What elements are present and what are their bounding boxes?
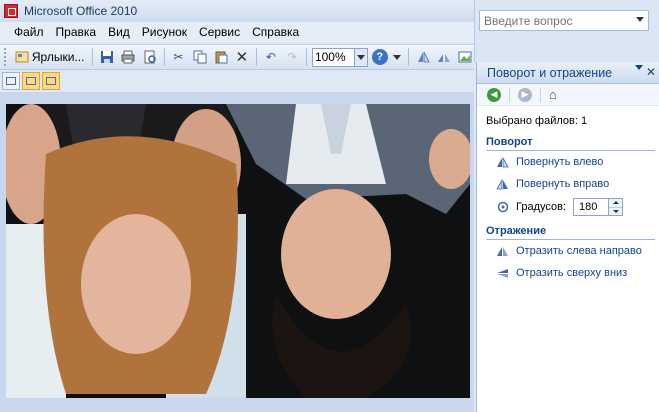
save-button[interactable] bbox=[98, 47, 116, 67]
thumbnail-view-button[interactable] bbox=[2, 72, 20, 90]
shortcuts-icon bbox=[15, 51, 29, 63]
degrees-spinner[interactable] bbox=[608, 199, 623, 215]
window-title: Microsoft Office 2010 bbox=[24, 4, 138, 18]
flip-horizontal-label: Отразить слева направо bbox=[516, 245, 642, 257]
flip-vertical-link[interactable]: Отразить сверху вниз bbox=[477, 262, 659, 284]
toolbar-separator bbox=[163, 48, 165, 66]
menu-picture[interactable]: Рисунок bbox=[136, 23, 193, 41]
single-view-button[interactable] bbox=[42, 72, 60, 90]
picture-canvas bbox=[0, 92, 474, 412]
paste-icon bbox=[215, 51, 228, 64]
rotate-toolbar-button[interactable] bbox=[414, 47, 432, 67]
close-icon[interactable]: ✕ bbox=[646, 65, 656, 79]
thumbnails-icon bbox=[6, 77, 16, 85]
flip-vertical-icon bbox=[496, 268, 509, 279]
standard-toolbar: Ярлыки... ✂ ✕ ↶ ↷ ? bbox=[0, 44, 474, 70]
toolbar-grip[interactable] bbox=[4, 48, 7, 66]
upside-down-portrait-image bbox=[6, 104, 470, 398]
zoom-input[interactable] bbox=[312, 50, 357, 64]
degrees-icon bbox=[496, 201, 509, 213]
filmstrip-view-button[interactable] bbox=[22, 72, 40, 90]
title-bar: Microsoft Office 2010 bbox=[0, 0, 474, 22]
rotate-right-link[interactable]: Повернуть вправо bbox=[477, 173, 659, 195]
task-pane-header: Поворот и отражение ✕ bbox=[477, 62, 659, 84]
degrees-label: Градусов: bbox=[516, 201, 567, 213]
task-pane: Поворот и отражение ✕ ◀ ▶ ⌂ Выбрано файл… bbox=[476, 62, 659, 412]
single-picture-icon bbox=[46, 77, 56, 85]
forward-icon[interactable]: ▶ bbox=[518, 87, 532, 102]
flip-heading: Отражение bbox=[486, 225, 655, 240]
flip-horizontal-link[interactable]: Отразить слева направо bbox=[477, 240, 659, 262]
view-mode-bar bbox=[0, 70, 474, 92]
nav-separator bbox=[509, 87, 510, 102]
delete-button[interactable]: ✕ bbox=[233, 47, 251, 67]
cut-button[interactable]: ✂ bbox=[170, 47, 188, 67]
shortcuts-label: Ярлыки... bbox=[31, 50, 85, 64]
print-icon bbox=[121, 50, 135, 64]
rotate-right-label: Повернуть вправо bbox=[516, 178, 610, 190]
menu-edit[interactable]: Правка bbox=[50, 23, 103, 41]
flip-toolbar-button[interactable] bbox=[435, 47, 453, 67]
degrees-row: Градусов: bbox=[477, 195, 659, 219]
undo-icon: ↶ bbox=[265, 50, 276, 64]
files-selected: Выбрано файлов: 1 bbox=[486, 115, 588, 127]
menu-help[interactable]: Справка bbox=[246, 23, 305, 41]
chevron-down-icon bbox=[393, 54, 402, 60]
help-button[interactable]: ? bbox=[371, 47, 389, 67]
paste-button[interactable] bbox=[212, 47, 230, 67]
edit-pictures-button[interactable] bbox=[456, 47, 474, 67]
flip-icon bbox=[437, 54, 450, 62]
cut-icon: ✂ bbox=[173, 50, 184, 64]
flip-horizontal-icon bbox=[496, 246, 509, 257]
ask-question-box[interactable] bbox=[479, 10, 649, 31]
toolbar-separator bbox=[407, 48, 409, 66]
task-pane-title: Поворот и отражение bbox=[487, 65, 613, 80]
filmstrip-icon bbox=[26, 77, 36, 85]
chevron-down-icon[interactable] bbox=[353, 48, 367, 66]
toolbar-separator bbox=[255, 48, 257, 66]
copy-button[interactable] bbox=[191, 47, 209, 67]
print-preview-icon bbox=[144, 50, 156, 64]
rotate-right-icon bbox=[496, 178, 509, 190]
chevron-down-icon[interactable] bbox=[636, 17, 644, 22]
save-icon bbox=[101, 51, 114, 63]
print-preview-button[interactable] bbox=[141, 47, 159, 67]
menu-bar: Файл Правка Вид Рисунок Сервис Справка bbox=[0, 22, 474, 42]
degrees-input[interactable] bbox=[574, 201, 607, 213]
print-button[interactable] bbox=[119, 47, 137, 67]
menu-tools[interactable]: Сервис bbox=[193, 23, 246, 41]
rotate-icon bbox=[417, 51, 430, 63]
toolbar-options-button[interactable] bbox=[392, 47, 403, 67]
undo-button[interactable]: ↶ bbox=[262, 47, 280, 67]
zoom-select[interactable] bbox=[311, 47, 368, 67]
toolbar-separator bbox=[306, 48, 307, 66]
shortcuts-button[interactable]: Ярлыки... bbox=[12, 47, 88, 67]
spin-up-icon[interactable] bbox=[609, 199, 623, 207]
office-app-icon bbox=[4, 4, 18, 18]
rotation-heading: Поворот bbox=[486, 136, 655, 151]
rotate-left-icon bbox=[496, 156, 509, 168]
rotate-left-link[interactable]: Повернуть влево bbox=[477, 151, 659, 173]
nav-separator bbox=[540, 87, 541, 102]
delete-icon: ✕ bbox=[235, 49, 249, 66]
flip-vertical-label: Отразить сверху вниз bbox=[516, 267, 628, 279]
chevron-down-icon[interactable] bbox=[635, 65, 643, 84]
help-icon: ? bbox=[371, 49, 388, 65]
redo-icon: ↷ bbox=[286, 50, 298, 64]
back-icon[interactable]: ◀ bbox=[487, 87, 501, 102]
spin-down-icon[interactable] bbox=[609, 206, 623, 215]
home-icon[interactable]: ⌂ bbox=[549, 87, 557, 102]
ask-area bbox=[474, 0, 659, 62]
menu-file[interactable]: Файл bbox=[8, 23, 50, 41]
degrees-field[interactable] bbox=[573, 198, 624, 216]
redo-button[interactable]: ↷ bbox=[283, 47, 301, 67]
rotate-left-label: Повернуть влево bbox=[516, 156, 604, 168]
menu-view[interactable]: Вид bbox=[102, 23, 136, 41]
task-pane-nav: ◀ ▶ ⌂ bbox=[477, 84, 659, 106]
photo[interactable] bbox=[6, 104, 470, 398]
ask-question-input[interactable] bbox=[484, 13, 624, 28]
toolbar-separator bbox=[92, 48, 94, 66]
edit-picture-icon bbox=[458, 51, 472, 63]
copy-icon bbox=[193, 50, 207, 64]
